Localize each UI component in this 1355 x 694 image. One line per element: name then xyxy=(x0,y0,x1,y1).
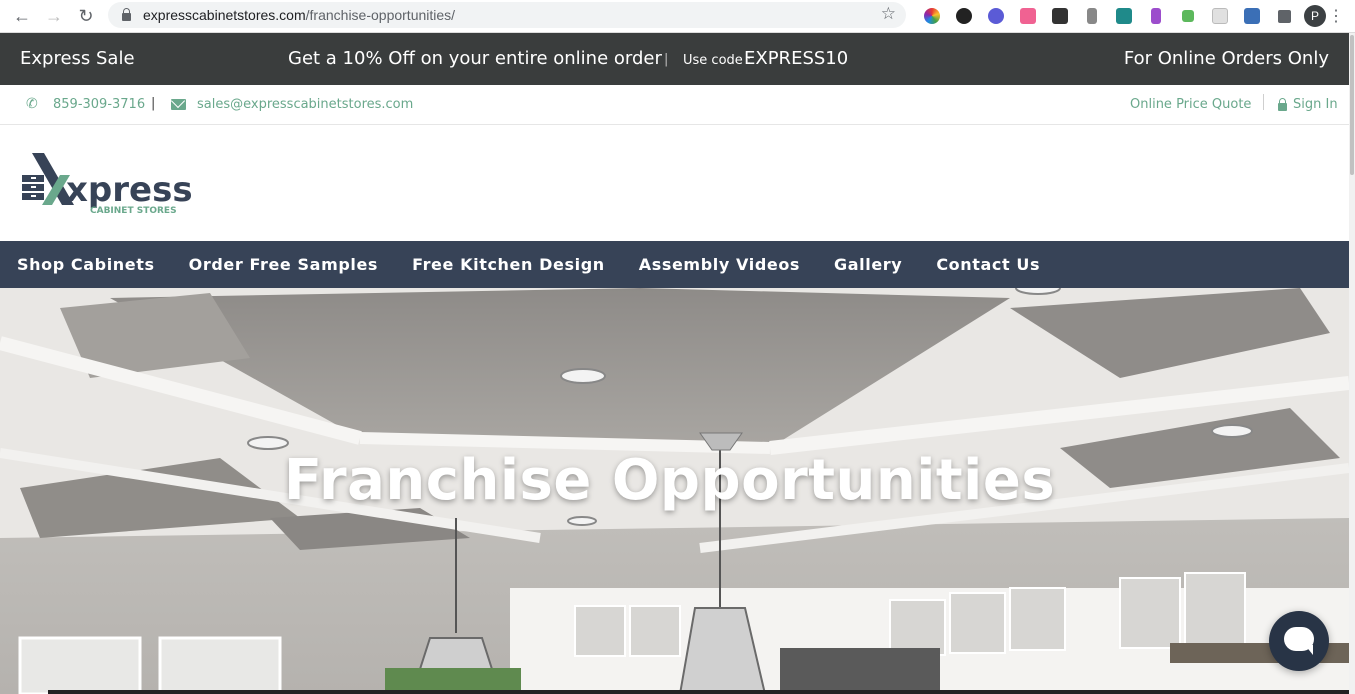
page-title: Franchise Opportunities xyxy=(283,448,1056,513)
contact-divider xyxy=(1263,94,1264,110)
nav-free-kitchen-design[interactable]: Free Kitchen Design xyxy=(412,255,605,274)
sign-in-link[interactable]: Sign In xyxy=(1278,97,1338,112)
lock-icon xyxy=(122,7,131,21)
browser-toolbar: ← → ↻ expresscabinetstores.com/franchise… xyxy=(0,0,1355,33)
feather-extension-icon[interactable] xyxy=(1140,4,1172,28)
forward-icon[interactable]: → xyxy=(38,2,70,30)
scrollbar-thumb[interactable] xyxy=(1350,35,1354,175)
n-extension-icon[interactable] xyxy=(1108,4,1140,28)
contact-separator: | xyxy=(151,96,156,111)
phone-link[interactable]: ✆ 859-309-3716 xyxy=(26,97,145,112)
promo-separator: | xyxy=(664,52,669,67)
back-icon[interactable]: ← xyxy=(6,2,38,30)
envelope-icon xyxy=(171,99,186,110)
bottom-strip xyxy=(48,690,1349,694)
sunburst-extension-icon[interactable] xyxy=(980,4,1012,28)
phone-number: 859-309-3716 xyxy=(53,97,146,112)
promo-message: Get a 10% Off on your entire online orde… xyxy=(288,48,662,69)
promo-code-label: Use code : xyxy=(683,53,752,68)
promo-code: EXPRESS10 xyxy=(744,48,849,69)
threads-extension-icon[interactable] xyxy=(948,4,980,28)
m-extension-icon[interactable] xyxy=(1044,4,1076,28)
email-address: sales@expresscabinetstores.com xyxy=(197,97,414,112)
site-logo[interactable]: xpress CABINET STORES xyxy=(22,151,197,217)
site-header: xpress CABINET STORES xyxy=(0,125,1349,241)
profile-avatar[interactable]: P xyxy=(1304,5,1326,27)
menu-kebab-icon[interactable]: ⋮ xyxy=(1326,6,1346,26)
extensions-bar: P ⋮ xyxy=(916,4,1346,28)
padlock-icon xyxy=(1278,97,1287,111)
nav-assembly-videos[interactable]: Assembly Videos xyxy=(639,255,800,274)
square-extension-icon[interactable] xyxy=(1204,4,1236,28)
url-text: expresscabinetstores.com/franchise-oppor… xyxy=(143,7,456,23)
puzzle-extensions-icon[interactable] xyxy=(1268,4,1300,28)
reload-icon[interactable]: ↻ xyxy=(70,2,102,30)
promo-online-only: For Online Orders Only xyxy=(1123,48,1329,69)
hero-banner: Franchise Opportunities xyxy=(0,288,1349,694)
nav-gallery[interactable]: Gallery xyxy=(834,255,902,274)
promo-sale-label: Express Sale xyxy=(20,48,135,69)
nav-order-free-samples[interactable]: Order Free Samples xyxy=(189,255,378,274)
svg-text:CABINET STORES: CABINET STORES xyxy=(90,206,177,216)
plus-extension-icon[interactable] xyxy=(1172,4,1204,28)
nav-contact-us[interactable]: Contact Us xyxy=(936,255,1040,274)
main-nav: Shop Cabinets Order Free Samples Free Ki… xyxy=(0,241,1349,288)
nav-shop-cabinets[interactable]: Shop Cabinets xyxy=(17,255,155,274)
svg-text:xpress: xpress xyxy=(66,170,193,210)
bookmark-star-icon[interactable]: ☆ xyxy=(881,4,896,24)
color-picker-extension-icon[interactable] xyxy=(916,4,948,28)
online-price-quote-link[interactable]: Online Price Quote xyxy=(1130,97,1251,112)
page-scrollbar[interactable] xyxy=(1349,33,1355,694)
phone-icon: ✆ xyxy=(26,96,38,112)
eyedropper-extension-icon[interactable] xyxy=(1076,4,1108,28)
promo-bar: Express Sale Get a 10% Off on your entir… xyxy=(0,33,1349,85)
contact-bar: ✆ 859-309-3716 | sales@expresscabinetsto… xyxy=(0,85,1349,125)
user-extension-icon[interactable] xyxy=(1236,4,1268,28)
play-extension-icon[interactable] xyxy=(1012,4,1044,28)
chat-widget-button[interactable] xyxy=(1269,611,1329,671)
email-link[interactable]: sales@expresscabinetstores.com xyxy=(171,97,413,112)
address-bar[interactable]: expresscabinetstores.com/franchise-oppor… xyxy=(108,2,906,28)
